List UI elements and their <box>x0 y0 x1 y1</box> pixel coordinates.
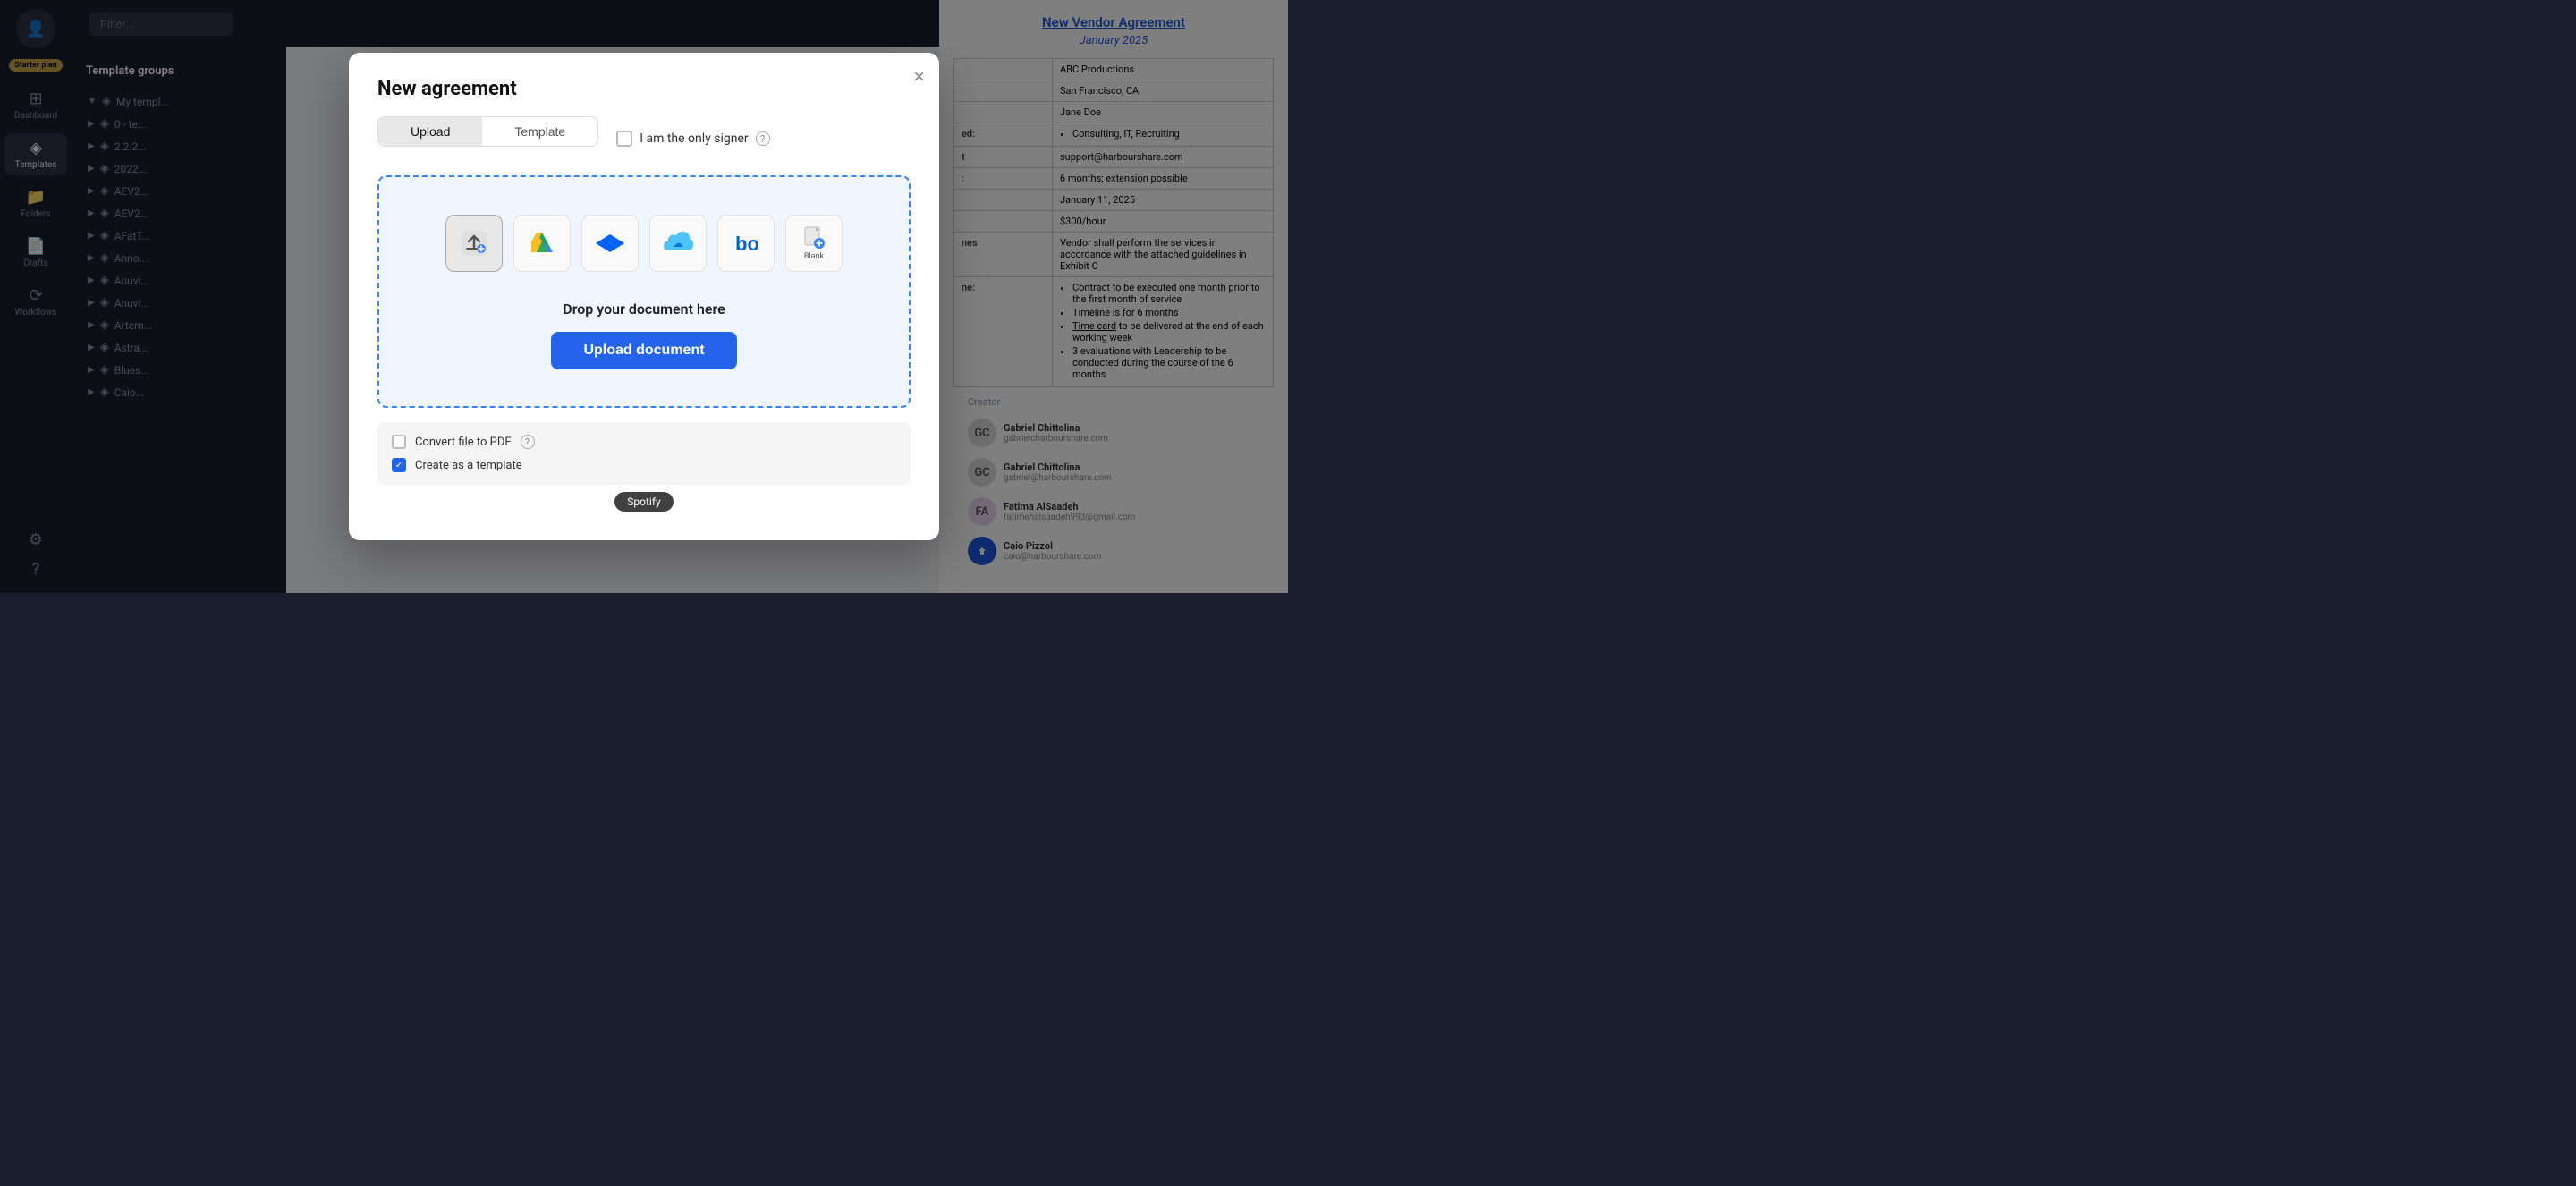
tooltip: Spotify <box>614 492 673 512</box>
signer-checkbox[interactable] <box>616 131 632 147</box>
drop-zone[interactable]: ☁ box Blank <box>377 175 911 408</box>
convert-pdf-row: Convert file to PDF ? <box>392 435 896 449</box>
drop-zone-text: Drop your document here <box>563 301 724 318</box>
create-template-checkbox[interactable]: ✓ <box>392 458 406 472</box>
blank-label: Blank <box>804 252 824 261</box>
blank-doc-icon <box>801 225 826 250</box>
onedrive-icon: ☁ <box>662 227 694 259</box>
source-blank-button[interactable]: Blank <box>785 215 843 272</box>
convert-pdf-checkbox[interactable] <box>392 435 406 449</box>
signer-help-icon[interactable]: ? <box>756 131 770 146</box>
signer-checkbox-label: I am the only signer <box>640 131 748 146</box>
upload-icon <box>460 229 488 258</box>
bottom-options: Convert file to PDF ? ✓ Create as a temp… <box>377 422 911 485</box>
source-onedrive-button[interactable]: ☁ <box>649 215 707 272</box>
create-template-row: ✓ Create as a template <box>392 458 896 472</box>
modal-overlay[interactable]: × New agreement Upload Template I am the… <box>0 0 1288 593</box>
convert-pdf-help-icon[interactable]: ? <box>521 435 535 449</box>
create-template-label: Create as a template <box>415 459 522 472</box>
tab-template[interactable]: Template <box>482 117 597 146</box>
tab-upload[interactable]: Upload <box>378 117 482 146</box>
source-upload-button[interactable] <box>445 215 503 272</box>
source-dropbox-button[interactable] <box>581 215 639 272</box>
signer-checkbox-row: I am the only signer ? <box>616 131 769 147</box>
upload-document-button[interactable]: Upload document <box>551 332 736 369</box>
source-gdrive-button[interactable] <box>513 215 571 272</box>
modal-close-button[interactable]: × <box>913 67 925 87</box>
source-icons-row: ☁ box Blank <box>445 215 843 272</box>
svg-text:☁: ☁ <box>673 237 683 250</box>
dropbox-icon <box>596 229 624 258</box>
convert-pdf-label: Convert file to PDF <box>415 436 512 449</box>
svg-text:box: box <box>735 233 760 255</box>
tab-switcher: Upload Template <box>377 116 598 147</box>
modal-title: New agreement <box>377 78 911 100</box>
new-agreement-modal: × New agreement Upload Template I am the… <box>349 53 939 540</box>
gdrive-icon <box>528 229 556 258</box>
source-box-button[interactable]: box <box>717 215 775 272</box>
box-icon: box <box>732 229 760 258</box>
